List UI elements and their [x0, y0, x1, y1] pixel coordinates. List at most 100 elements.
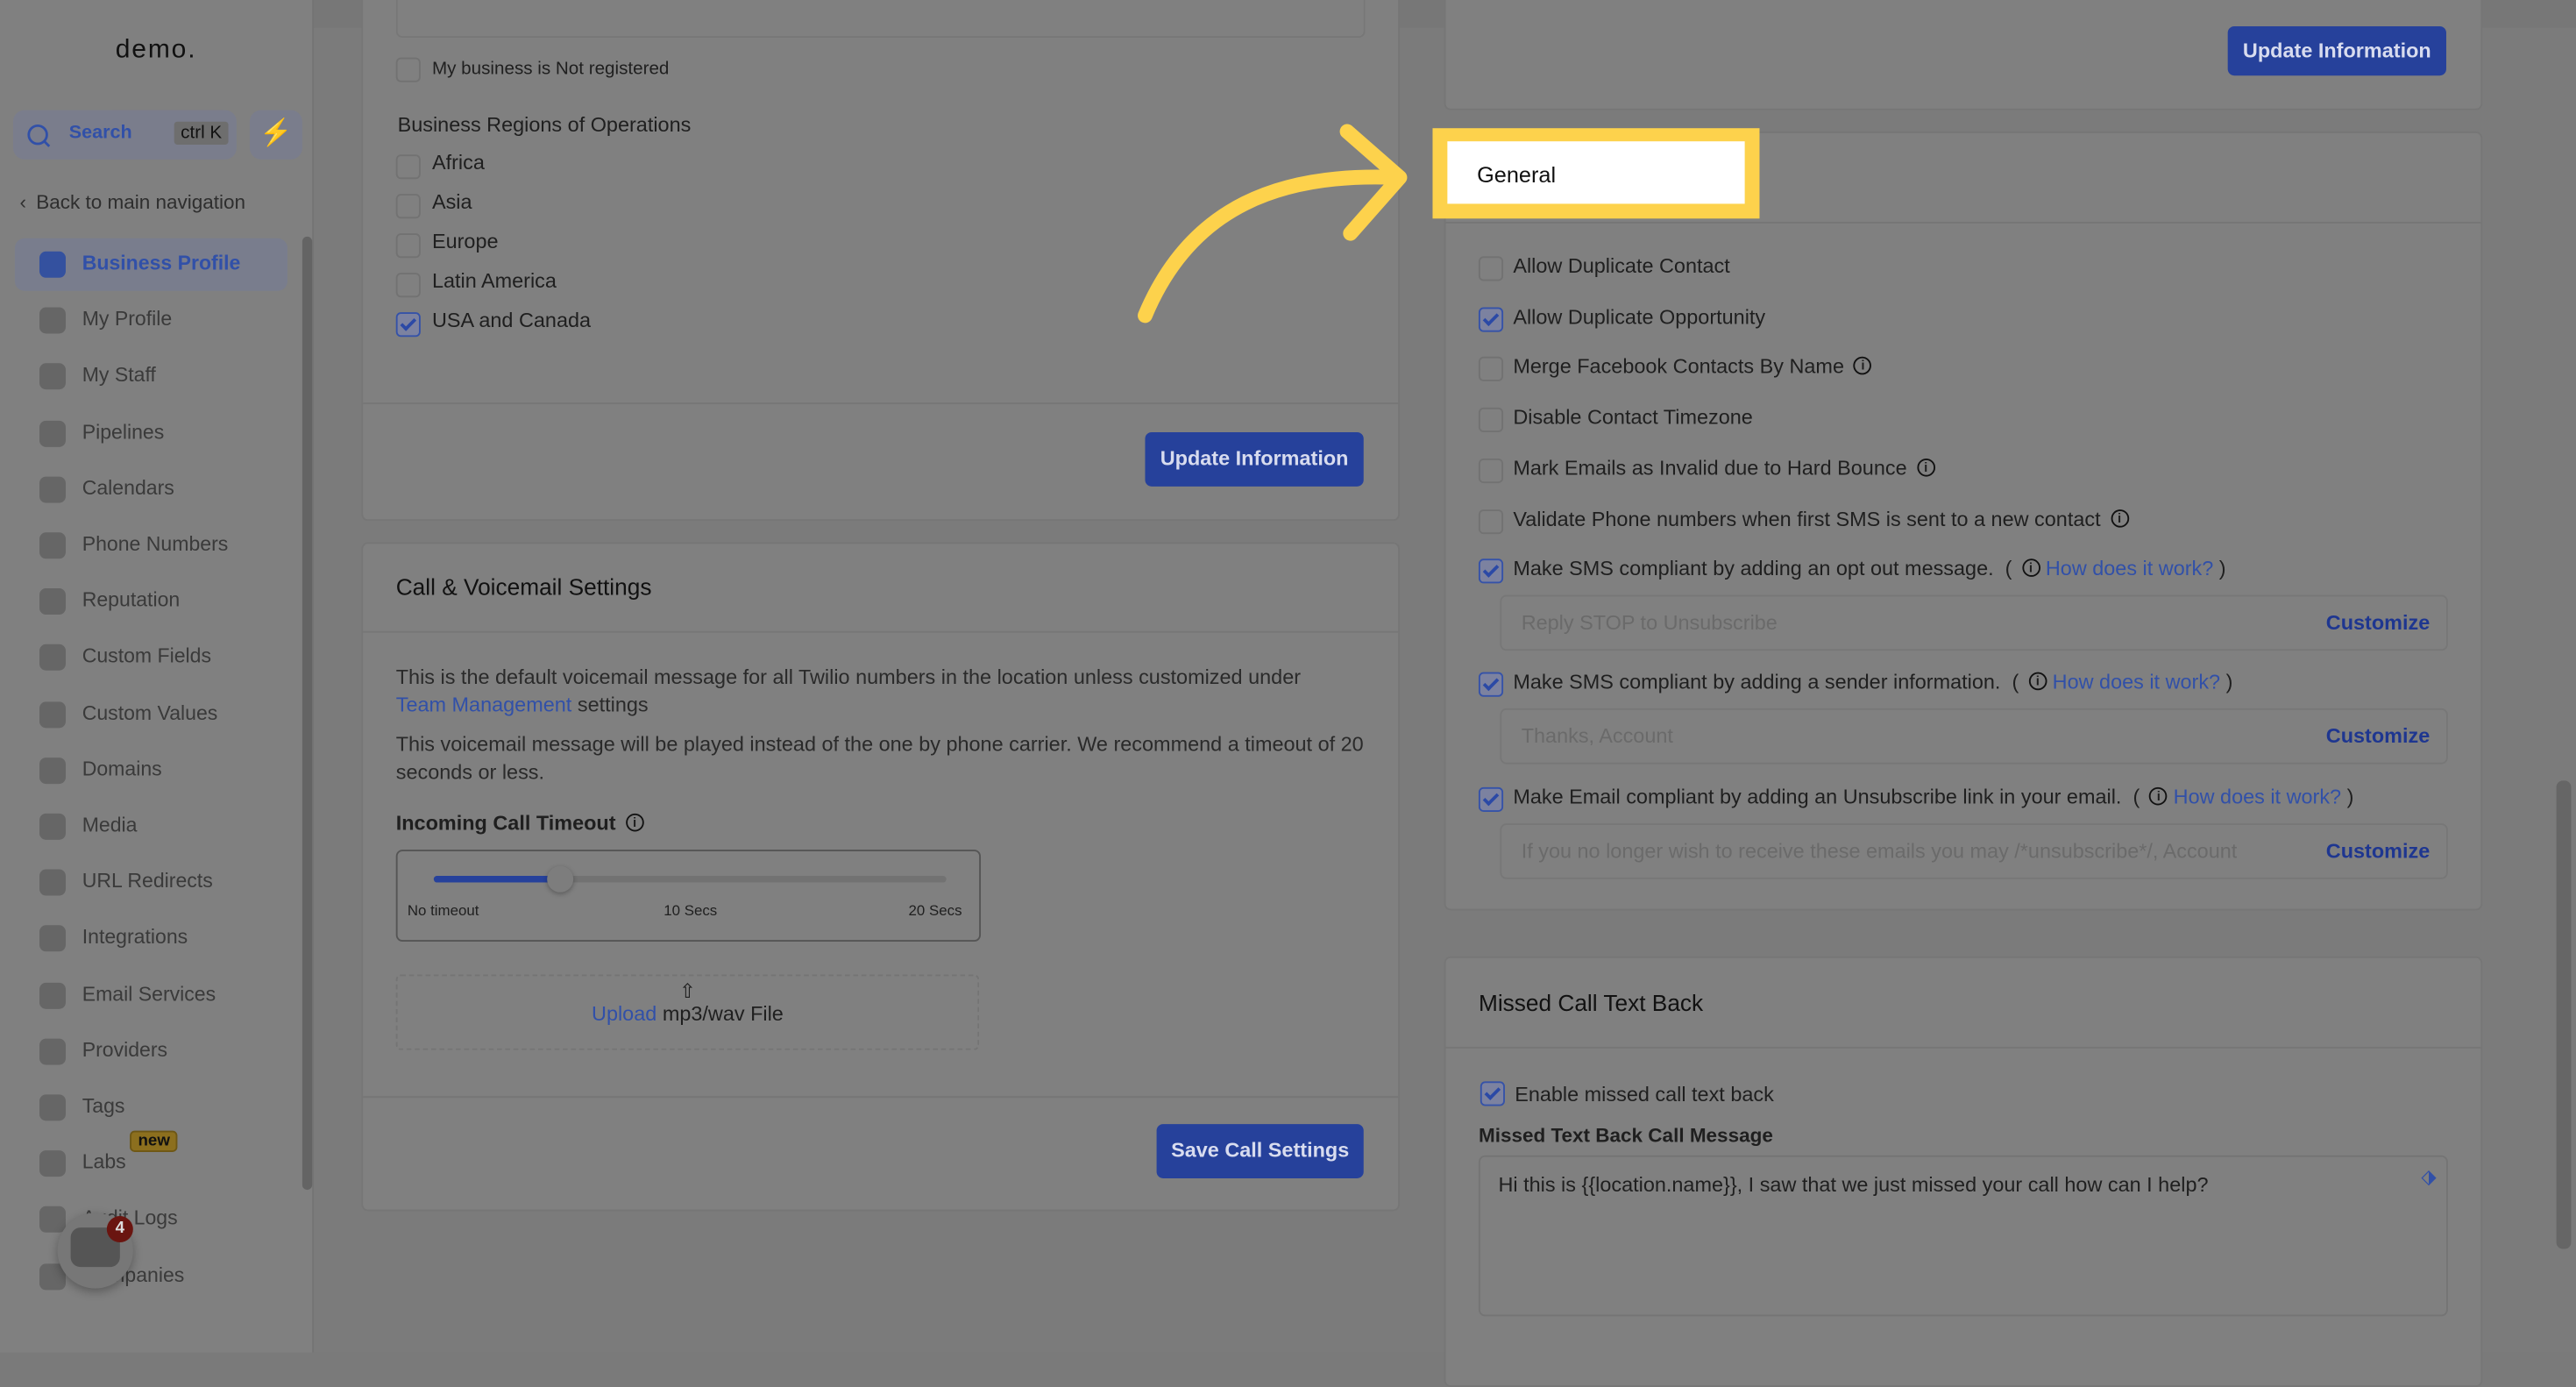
team-management-link[interactable]: Team Management: [396, 694, 572, 716]
sidebar-item-url-redirects[interactable]: URL Redirects: [15, 857, 287, 909]
option-checkbox[interactable]: [1478, 357, 1504, 382]
option-checkbox[interactable]: [1478, 306, 1504, 332]
compliance-input[interactable]: Thanks, Account Customize: [1500, 708, 2448, 765]
enable-missed-call-checkbox[interactable]: [1480, 1081, 1505, 1106]
sidebar-item-audit-logs[interactable]: Audit Logs: [15, 1194, 287, 1247]
sidebar-item-media[interactable]: Media: [15, 800, 287, 853]
sidebar-item-custom-fields[interactable]: Custom Fields: [15, 632, 287, 685]
message-label: Missed Text Back Call Message: [1478, 1124, 1773, 1148]
info-icon[interactable]: i: [2110, 509, 2129, 527]
sidebar-item-label: Business Profile: [82, 251, 241, 275]
sidebar-item-label: Custom Values: [82, 701, 218, 724]
info-icon[interactable]: i: [625, 813, 644, 832]
option-checkbox[interactable]: [1478, 458, 1504, 483]
sidebar-item-business-profile[interactable]: Business Profile: [14, 238, 288, 291]
region-checkbox[interactable]: [395, 154, 421, 180]
call-settings-title: Call & Voicemail Settings: [395, 573, 652, 601]
search-button[interactable]: Search ctrl K: [12, 110, 237, 160]
compliance-placeholder: Thanks, Account: [1521, 725, 1673, 749]
tag-icon[interactable]: ⬗: [2421, 1165, 2436, 1188]
sidebar-item-my-profile[interactable]: My Profile: [15, 295, 287, 347]
email-icon: [39, 982, 66, 1009]
not-registered-label: My business is Not registered: [431, 59, 670, 79]
sidebar-item-label: Reputation: [82, 588, 181, 612]
media-icon: [39, 813, 66, 840]
customize-button[interactable]: Customize: [2326, 839, 2430, 862]
info-icon[interactable]: i: [1916, 458, 1935, 477]
compliance-label: Make Email compliant by adding an Unsubs…: [1513, 785, 2354, 808]
compliance-checkbox[interactable]: [1478, 672, 1504, 698]
option-checkbox[interactable]: [1478, 408, 1504, 433]
info-icon[interactable]: i: [1854, 357, 1872, 376]
main-scrollbar[interactable]: [2556, 780, 2572, 1249]
save-call-settings-button[interactable]: Save Call Settings: [1156, 1124, 1364, 1178]
sidebar-item-label: My Staff: [82, 363, 156, 388]
divider: [363, 402, 1399, 405]
quick-actions-button[interactable]: ⚡: [249, 110, 302, 160]
sidebar-item-phone-numbers[interactable]: Phone Numbers: [15, 519, 287, 572]
upload-link[interactable]: Upload: [592, 1002, 656, 1025]
sidebar-item-labs[interactable]: Labs new: [15, 1130, 287, 1190]
user-icon: [39, 363, 66, 390]
sidebar: demo. Search ctrl K ⚡ ‹ Back to main navi…: [0, 0, 315, 1353]
sidebar-item-providers[interactable]: Providers: [15, 1025, 287, 1078]
message-textarea[interactable]: Hi this is {{location.name}}, I saw that…: [1478, 1155, 2448, 1317]
option-checkbox[interactable]: [1478, 256, 1504, 281]
arrow-icon: [1138, 124, 1408, 324]
sidebar-item-integrations[interactable]: Integrations: [15, 913, 287, 965]
info-icon[interactable]: i: [2021, 558, 2040, 577]
sidebar-item-label: Custom Fields: [82, 644, 212, 668]
filter-icon: [39, 420, 66, 447]
sidebar-item-label: Pipelines: [82, 420, 165, 444]
how-does-it-work-link[interactable]: How does it work?: [2174, 785, 2341, 807]
sidebar-item-label: My Profile: [82, 307, 173, 331]
option-checkbox[interactable]: [1478, 509, 1504, 534]
sidebar-item-label: Domains: [82, 757, 162, 780]
call-voicemail-card: Call & Voicemail Settings This is the de…: [361, 542, 1400, 1212]
region-checkbox[interactable]: [395, 233, 421, 259]
region-checkbox[interactable]: [395, 273, 421, 298]
calendar-icon: [39, 476, 66, 503]
general-title: General: [1477, 162, 1557, 188]
sidebar-item-tags[interactable]: Tags: [15, 1081, 287, 1134]
sidebar-item-reputation[interactable]: Reputation: [15, 575, 287, 628]
upload-dropzone[interactable]: ⇧ Upload mp3/wav File: [395, 974, 980, 1050]
new-badge: new: [130, 1130, 179, 1153]
region-checkbox[interactable]: [395, 312, 421, 338]
region-checkbox[interactable]: [395, 194, 421, 219]
lightning-icon: ⚡: [259, 119, 293, 148]
info-icon[interactable]: i: [2028, 672, 2047, 691]
info-icon[interactable]: i: [2149, 786, 2168, 805]
sidebar-item-companies[interactable]: Companies: [15, 1250, 287, 1303]
missed-call-card: Missed Call Text Back Enable missed call…: [1444, 956, 2483, 1387]
upload-text: mp3/wav File: [662, 1002, 784, 1026]
sidebar-item-my-staff[interactable]: My Staff: [15, 351, 287, 403]
tick-label: 20 Secs: [908, 902, 962, 919]
not-registered-checkbox[interactable]: [395, 57, 421, 82]
how-does-it-work-link[interactable]: How does it work?: [2053, 671, 2220, 694]
compliance-checkbox[interactable]: [1478, 558, 1504, 584]
compliance-placeholder: Reply STOP to Unsubscribe: [1521, 611, 1778, 635]
input-field[interactable]: [395, 0, 1366, 39]
slider-handle[interactable]: [546, 865, 573, 893]
compliance-input[interactable]: Reply STOP to Unsubscribe Customize: [1500, 594, 2448, 651]
back-to-main-navigation[interactable]: ‹ Back to main navigation: [19, 190, 245, 213]
sidebar-item-pipelines[interactable]: Pipelines: [15, 407, 287, 459]
chat-widget-button[interactable]: 4: [57, 1213, 133, 1289]
clipboard-icon: [39, 1038, 66, 1065]
how-does-it-work-link[interactable]: How does it work?: [2046, 557, 2213, 580]
sidebar-item-domains[interactable]: Domains: [15, 744, 287, 797]
sidebar-item-custom-values[interactable]: Custom Values: [15, 688, 287, 741]
update-information-button[interactable]: Update Information: [1145, 431, 1364, 487]
customize-button[interactable]: Customize: [2326, 725, 2430, 748]
sidebar-scrollbar[interactable]: [302, 236, 313, 1191]
divider: [1445, 1046, 2481, 1049]
customize-button[interactable]: Customize: [2326, 611, 2430, 634]
region-label: USA and Canada: [431, 309, 592, 332]
values-icon: [39, 701, 66, 728]
update-information-button-top[interactable]: Update Information: [2227, 25, 2446, 76]
sidebar-item-email-services[interactable]: Email Services: [15, 969, 287, 1021]
compliance-checkbox[interactable]: [1478, 786, 1504, 812]
compliance-input[interactable]: If you no longer wish to receive these e…: [1500, 822, 2448, 879]
sidebar-item-calendars[interactable]: Calendars: [15, 463, 287, 516]
